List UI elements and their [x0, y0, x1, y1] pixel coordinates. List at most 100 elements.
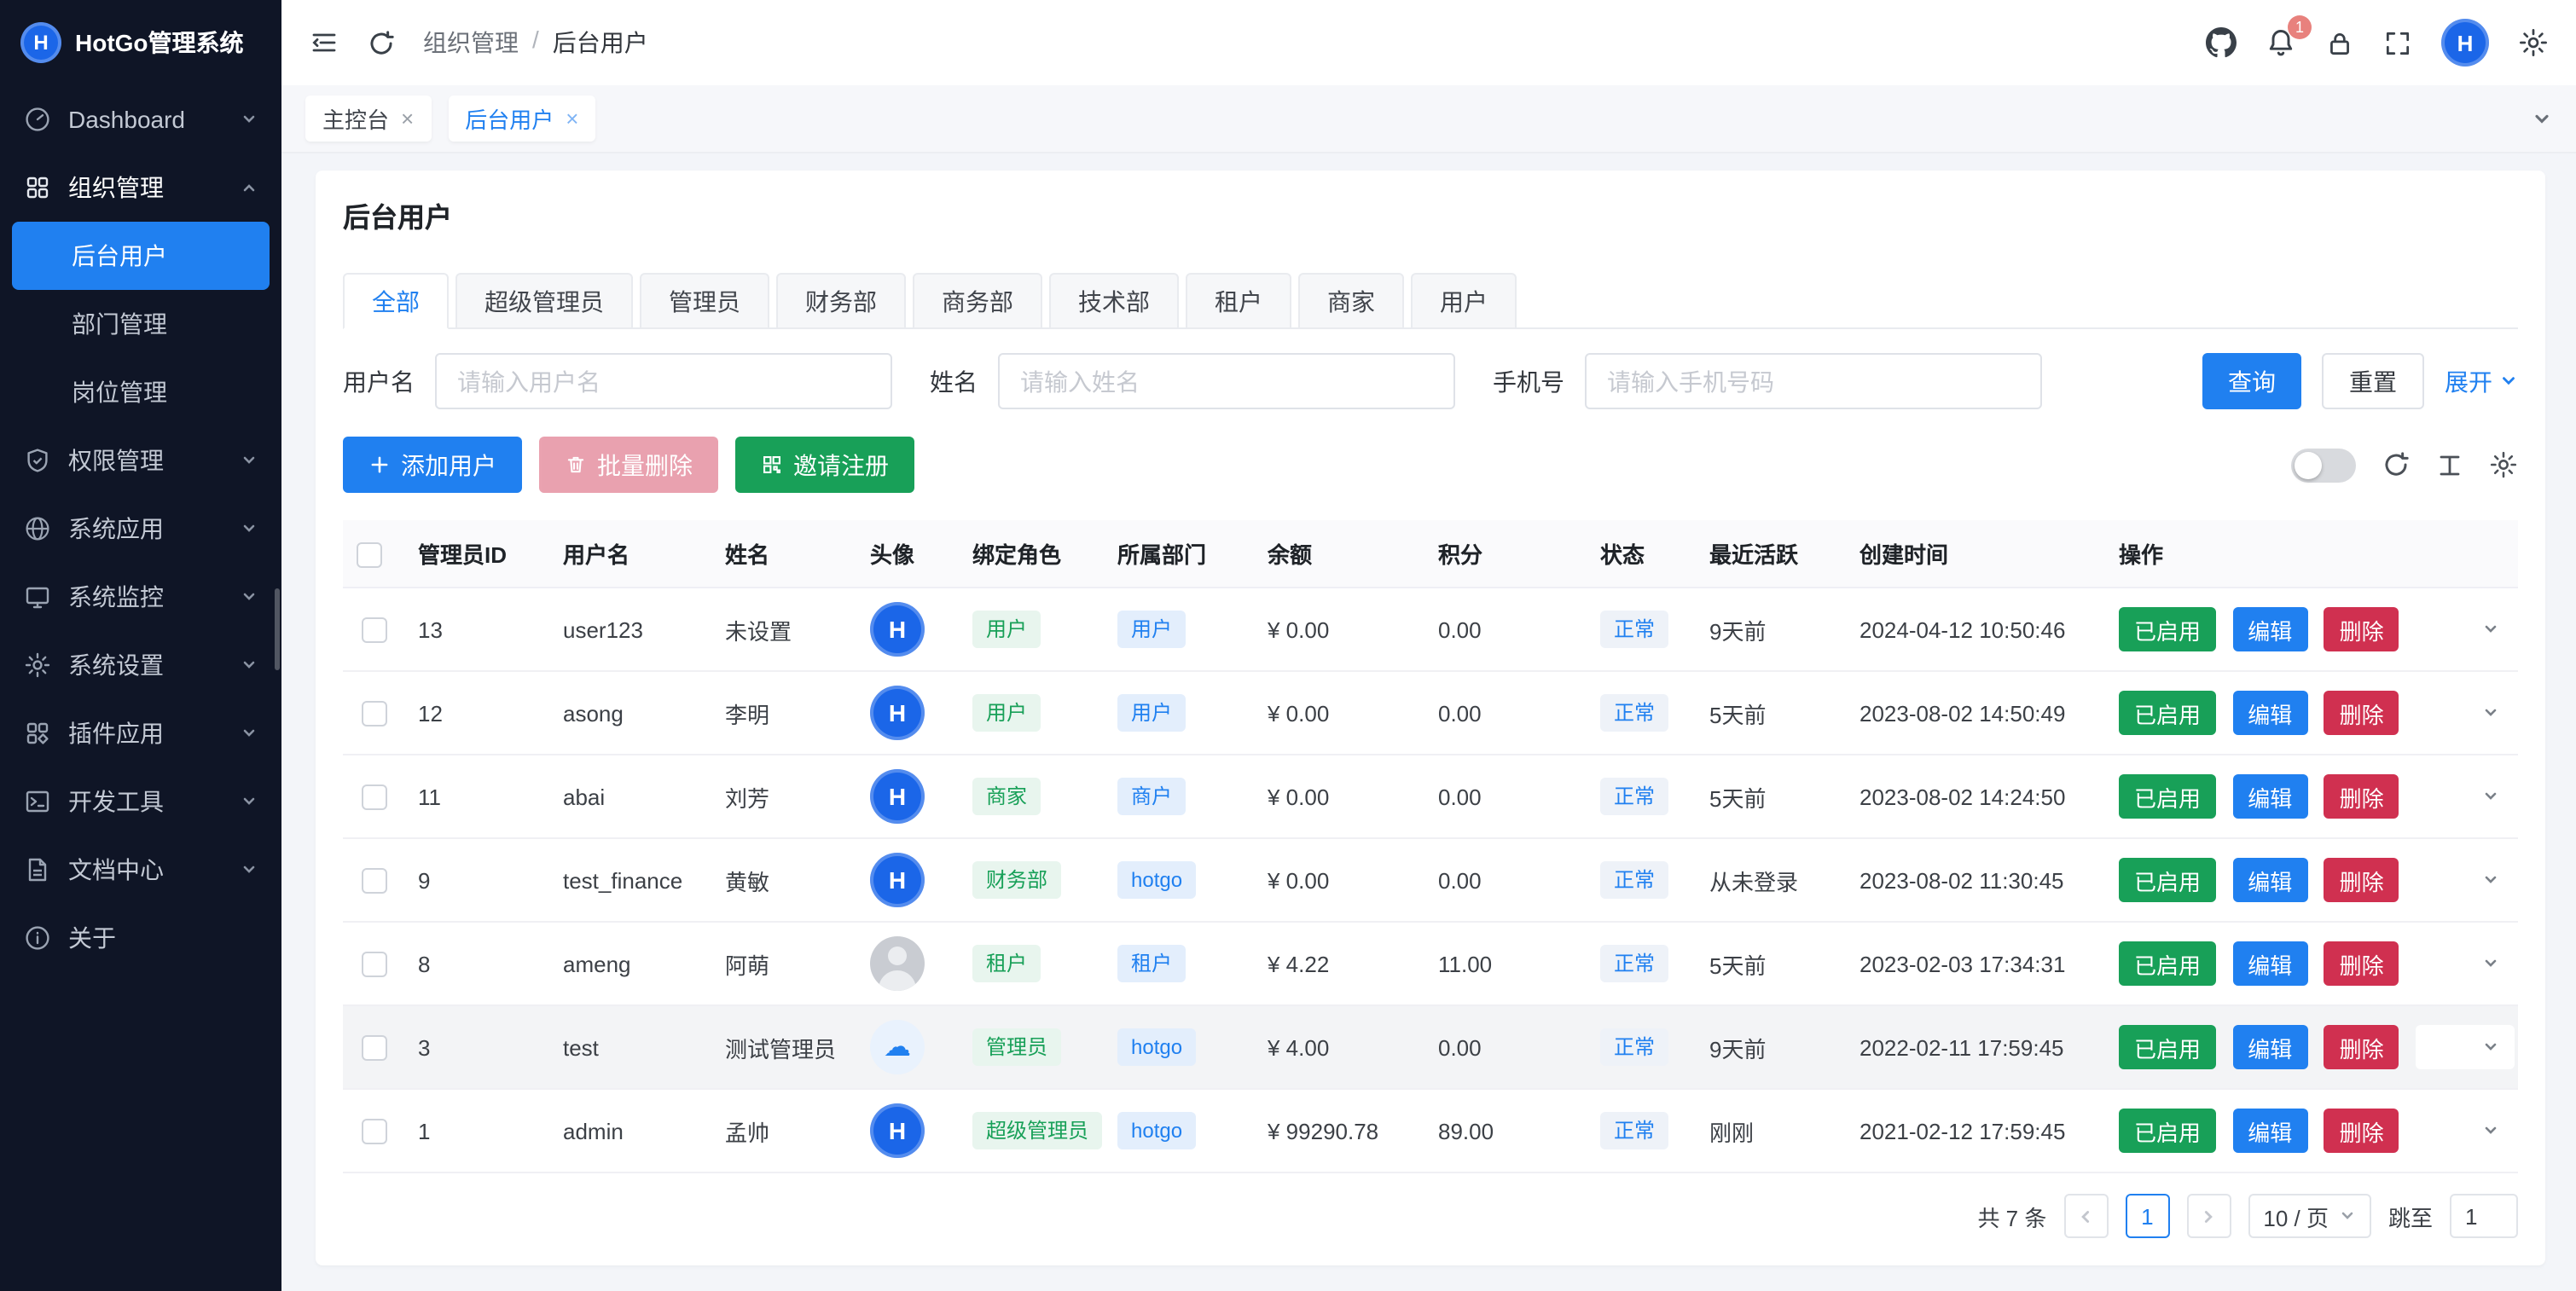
content-area: 后台用户 全部 超级管理员 管理员 财务部 商务部 技术部 租户 商家 用户	[281, 153, 2576, 1291]
row-checkbox[interactable]	[361, 868, 386, 894]
sidebar-child-dept-management[interactable]: 部门管理	[0, 290, 281, 358]
phone-input[interactable]	[1585, 353, 2042, 409]
close-icon[interactable]: ×	[566, 106, 578, 131]
delete-button[interactable]: 删除	[2324, 691, 2399, 735]
delete-button[interactable]: 删除	[2324, 1025, 2399, 1069]
more-button[interactable]: 更多	[2416, 858, 2515, 902]
lock-icon[interactable]	[2325, 28, 2354, 57]
delete-button[interactable]: 删除	[2324, 774, 2399, 819]
edit-button[interactable]: 编辑	[2232, 941, 2307, 986]
sidebar-item-docs[interactable]: 文档中心	[0, 836, 281, 904]
row-checkbox[interactable]	[361, 617, 386, 643]
more-button[interactable]: 更多	[2416, 691, 2515, 735]
page-number-button[interactable]: 1	[2125, 1194, 2169, 1238]
enabled-button[interactable]: 已启用	[2119, 941, 2216, 986]
more-button[interactable]: 更多	[2416, 774, 2515, 819]
edit-button[interactable]: 编辑	[2232, 774, 2307, 819]
delete-button[interactable]: 删除	[2324, 1109, 2399, 1153]
batch-delete-button[interactable]: 批量删除	[539, 437, 718, 493]
edit-button[interactable]: 编辑	[2232, 607, 2307, 651]
edit-button[interactable]: 编辑	[2232, 691, 2307, 735]
main-area: 组织管理 / 后台用户 1	[281, 0, 2576, 1291]
sidebar-item-system-settings[interactable]: 系统设置	[0, 631, 281, 699]
github-icon[interactable]	[2206, 27, 2237, 58]
delete-button[interactable]: 删除	[2324, 858, 2399, 902]
reset-button[interactable]: 重置	[2322, 353, 2424, 409]
next-page-button[interactable]	[2186, 1194, 2231, 1238]
row-checkbox[interactable]	[361, 1119, 386, 1144]
enabled-button[interactable]: 已启用	[2119, 774, 2216, 819]
more-button[interactable]: 更多	[2416, 1025, 2515, 1069]
sidebar-item-org-management[interactable]: 组织管理	[0, 153, 281, 222]
striped-toggle[interactable]	[2291, 448, 2356, 482]
sidebar-item-system-app[interactable]: 系统应用	[0, 495, 281, 563]
prev-page-button[interactable]	[2063, 1194, 2108, 1238]
settings-gear-icon[interactable]	[2518, 27, 2549, 58]
add-user-button[interactable]: 添加用户	[343, 437, 522, 493]
edit-button[interactable]: 编辑	[2232, 1025, 2307, 1069]
sidebar-child-backend-users[interactable]: 后台用户	[12, 222, 270, 290]
username-input[interactable]	[435, 353, 892, 409]
row-checkbox[interactable]	[361, 701, 386, 727]
page-size-select[interactable]: 10 / 页	[2248, 1194, 2371, 1238]
search-button[interactable]: 查询	[2202, 353, 2301, 409]
role-tab-super-admin[interactable]: 超级管理员	[455, 273, 633, 329]
expand-link[interactable]: 展开	[2445, 364, 2518, 398]
enabled-button[interactable]: 已启用	[2119, 1025, 2216, 1069]
sidebar-item-permission[interactable]: 权限管理	[0, 426, 281, 495]
role-tab-finance[interactable]: 财务部	[776, 273, 906, 329]
delete-button[interactable]: 删除	[2324, 607, 2399, 651]
org-icon	[24, 174, 51, 201]
name-input[interactable]	[998, 353, 1455, 409]
edit-button[interactable]: 编辑	[2232, 1109, 2307, 1153]
table-density-icon[interactable]	[2436, 451, 2463, 478]
chevron-down-icon[interactable]	[2532, 108, 2552, 129]
sidebar-child-post-management[interactable]: 岗位管理	[0, 358, 281, 426]
more-button[interactable]: 更多	[2416, 1109, 2515, 1153]
role-tab-user[interactable]: 用户	[1411, 273, 1517, 329]
role-tab-tenant[interactable]: 租户	[1186, 273, 1291, 329]
row-checkbox[interactable]	[361, 952, 386, 977]
name-label: 姓名	[930, 364, 978, 398]
role-tab-admin[interactable]: 管理员	[640, 273, 769, 329]
select-all-checkbox[interactable]	[357, 541, 382, 567]
menu-fold-icon[interactable]	[309, 27, 339, 58]
table-refresh-icon[interactable]	[2382, 450, 2411, 479]
row-checkbox[interactable]	[361, 784, 386, 810]
sidebar-item-dashboard[interactable]: Dashboard	[0, 85, 281, 153]
role-tab-tech[interactable]: 技术部	[1049, 273, 1179, 329]
role-tab-all[interactable]: 全部	[343, 273, 449, 329]
row-checkbox[interactable]	[361, 1035, 386, 1061]
role-tab-merchant[interactable]: 商家	[1298, 273, 1404, 329]
enabled-button[interactable]: 已启用	[2119, 607, 2216, 651]
delete-button[interactable]: 删除	[2324, 941, 2399, 986]
sidebar-item-about[interactable]: 关于	[0, 904, 281, 972]
enabled-button[interactable]: 已启用	[2119, 691, 2216, 735]
invite-register-button[interactable]: 邀请注册	[735, 437, 914, 493]
edit-button[interactable]: 编辑	[2232, 858, 2307, 902]
breadcrumb-section[interactable]: 组织管理	[423, 26, 519, 60]
close-icon[interactable]: ×	[401, 106, 414, 131]
app-logo-icon: H	[20, 22, 61, 63]
enabled-button[interactable]: 已启用	[2119, 1109, 2216, 1153]
more-button[interactable]: 更多	[2416, 941, 2515, 986]
sidebar-scrollbar[interactable]	[275, 588, 280, 670]
column-settings-gear-icon[interactable]	[2489, 450, 2518, 479]
refresh-icon[interactable]	[367, 28, 396, 57]
dept-tag: 租户	[1117, 945, 1186, 982]
tab-dashboard-console[interactable]: 主控台 ×	[305, 96, 431, 142]
fullscreen-icon[interactable]	[2383, 28, 2412, 57]
sidebar-item-plugins[interactable]: 插件应用	[0, 699, 281, 767]
tab-backend-users[interactable]: 后台用户 ×	[448, 96, 595, 142]
role-tab-business[interactable]: 商务部	[913, 273, 1042, 329]
role-tag: 商家	[972, 778, 1041, 815]
sidebar-item-dev-tools[interactable]: 开发工具	[0, 767, 281, 836]
sidebar-item-system-monitor[interactable]: 系统监控	[0, 563, 281, 631]
more-button[interactable]: 更多	[2416, 607, 2515, 651]
notifications[interactable]: 1	[2266, 27, 2296, 58]
breadcrumb-page[interactable]: 后台用户	[553, 26, 648, 60]
user-avatar	[870, 602, 925, 657]
jump-to-input[interactable]	[2450, 1194, 2518, 1238]
enabled-button[interactable]: 已启用	[2119, 858, 2216, 902]
user-avatar[interactable]: H	[2441, 19, 2489, 67]
